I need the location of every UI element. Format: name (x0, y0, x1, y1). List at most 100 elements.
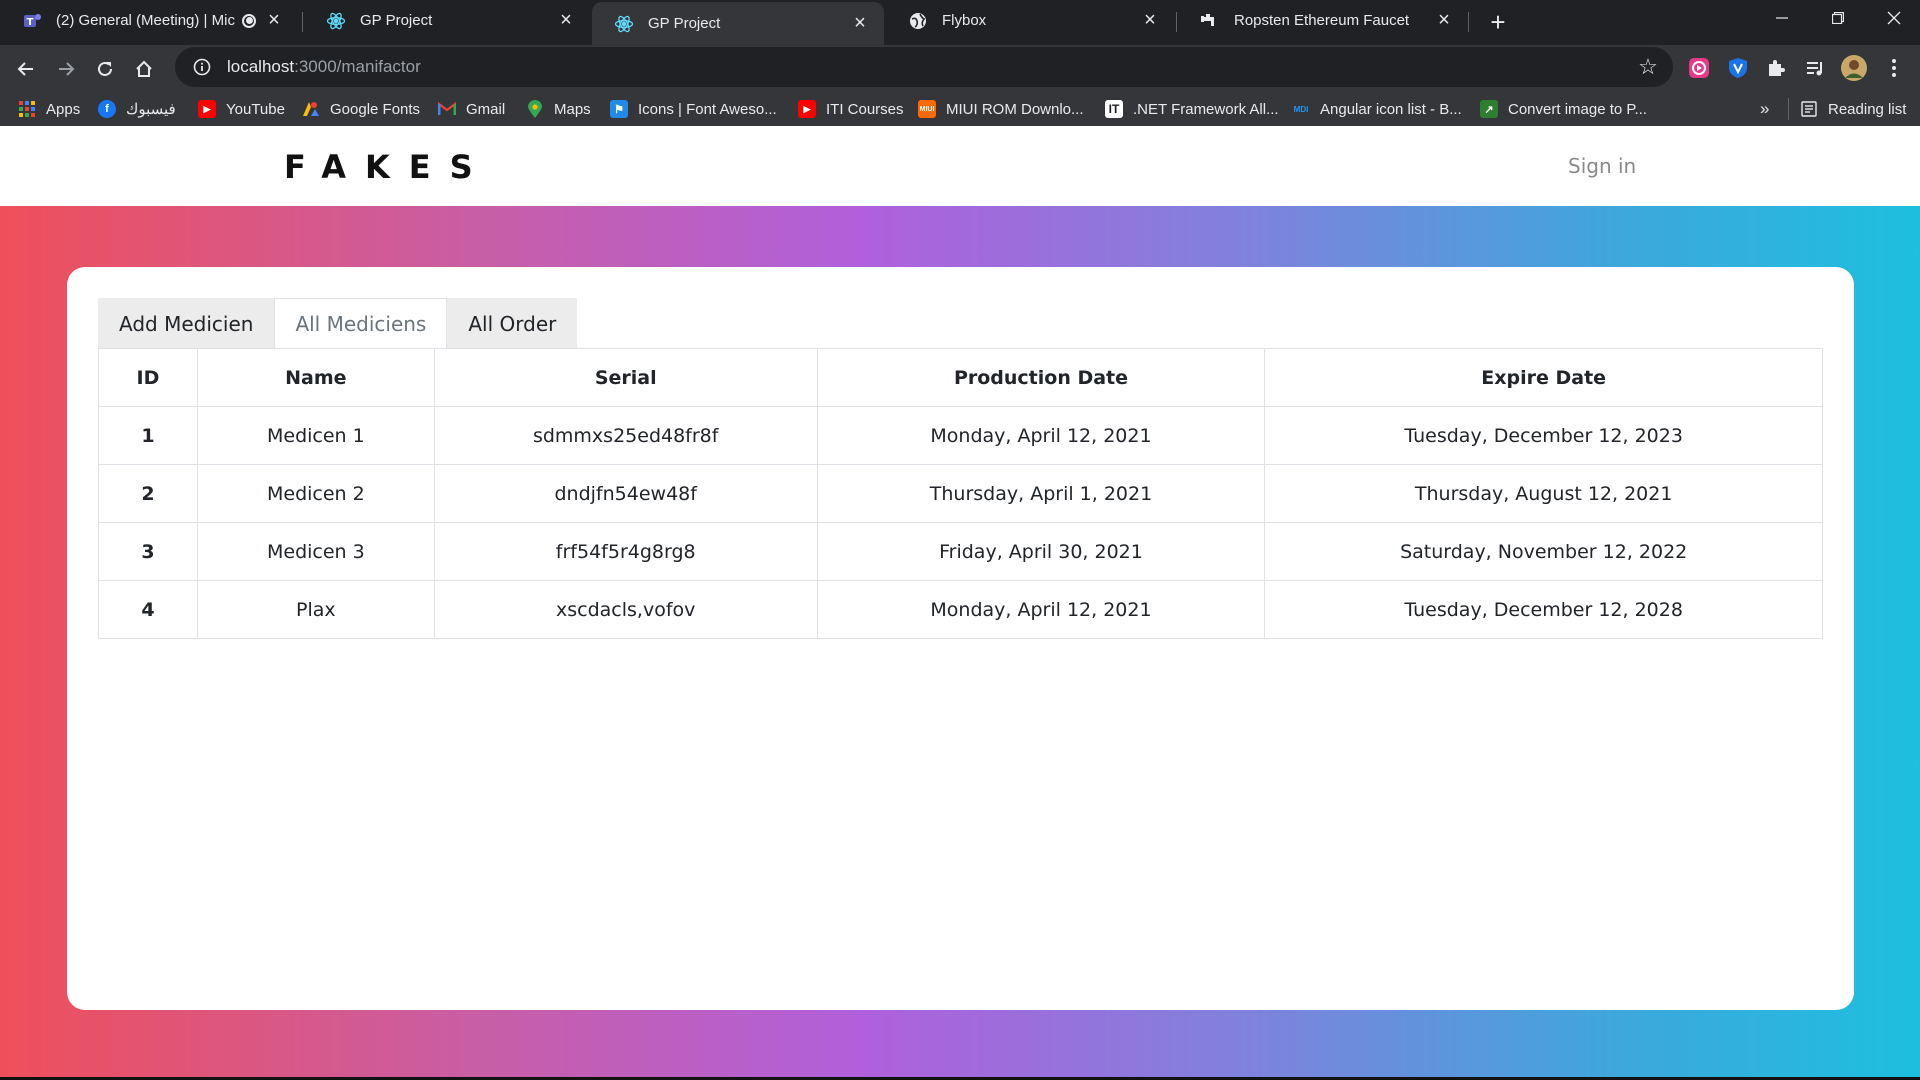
media-queue-icon[interactable] (1798, 51, 1832, 85)
bookmark-label: Convert image to P... (1508, 100, 1647, 118)
sign-in-link[interactable]: Sign in (1568, 154, 1636, 178)
page-tabs: Add Medicien All Mediciens All Order (98, 298, 578, 349)
bookmark-font-awesome[interactable]: ⚑ Icons | Font Aweso... (610, 95, 777, 123)
bookmark-apps[interactable]: Apps (18, 95, 80, 123)
extensions-puzzle-icon[interactable] (1759, 51, 1793, 85)
browser-tab-strip: T (2) General (Meeting) | Micro × GP Pro… (0, 0, 1920, 45)
column-header-serial: Serial (433, 348, 818, 407)
bookmark-star-icon[interactable]: ☆ (1635, 54, 1661, 80)
miui-icon: MIUI (918, 100, 936, 118)
bookmark-label: Gmail (466, 100, 506, 118)
bookmark-convert-image[interactable]: ↗ Convert image to P... (1480, 95, 1647, 123)
close-icon[interactable]: × (850, 12, 870, 34)
minimize-button[interactable] (1754, 0, 1810, 36)
cell-id: 1 (98, 406, 198, 465)
browser-toolbar: localhost:3000/manifactor ☆ Apps f فيسبو… (0, 45, 1920, 126)
table-header-row: ID Name Serial Production Date Expire Da… (98, 348, 1823, 407)
column-header-id: ID (98, 348, 198, 407)
close-icon[interactable]: × (264, 9, 284, 31)
tab-title: GP Project (360, 12, 433, 29)
svg-text:T: T (27, 17, 34, 28)
bookmark-dotnet[interactable]: IT .NET Framework All... (1105, 95, 1279, 123)
dotnet-icon: IT (1105, 100, 1123, 118)
column-header-expire-date: Expire Date (1264, 348, 1823, 407)
tab-all-mediciens[interactable]: All Mediciens (274, 298, 448, 349)
reload-button[interactable] (87, 51, 123, 87)
cell-expire-date: Tuesday, December 12, 2023 (1264, 406, 1823, 465)
bookmarks-divider (1788, 98, 1789, 120)
bookmark-maps[interactable]: Maps (526, 95, 591, 123)
tab-all-order[interactable]: All Order (447, 298, 578, 349)
browser-tab-gp-project[interactable]: GP Project × (304, 0, 590, 41)
bookmark-youtube[interactable]: ▶ YouTube (198, 95, 285, 123)
bookmarks-overflow-button[interactable]: » (1760, 95, 1769, 123)
cell-expire-date: Thursday, August 12, 2021 (1264, 464, 1823, 523)
tab-divider (1468, 12, 1469, 32)
profile-avatar[interactable] (1837, 51, 1871, 85)
react-icon (326, 11, 346, 31)
google-fonts-icon (302, 100, 320, 118)
react-icon (614, 14, 634, 34)
bookmark-facebook[interactable]: f فيسبوك (98, 95, 176, 123)
cell-production-date: Thursday, April 1, 2021 (816, 464, 1266, 523)
teams-icon: T (22, 11, 42, 31)
font-awesome-icon: ⚑ (610, 100, 628, 118)
cell-expire-date: Saturday, November 12, 2022 (1264, 522, 1823, 581)
vpn-shield-extension-icon[interactable] (1721, 51, 1755, 85)
bookmark-angular-icons[interactable]: MDI Angular icon list - B... (1292, 95, 1462, 123)
browser-tab-ropsten-faucet[interactable]: Ropsten Ethereum Faucet × (1178, 0, 1468, 41)
forward-button[interactable] (48, 51, 84, 87)
bookmark-google-fonts[interactable]: Google Fonts (302, 95, 420, 123)
bookmark-miui-rom[interactable]: MIUI MIUI ROM Downlo... (918, 95, 1084, 123)
cell-id: 3 (98, 522, 198, 581)
mdi-icon: MDI (1293, 104, 1309, 114)
bookmark-gmail[interactable]: Gmail (438, 95, 505, 123)
close-window-button[interactable] (1866, 0, 1920, 36)
browser-tab-gp-project-active[interactable]: GP Project × (592, 2, 884, 45)
info-icon[interactable] (191, 56, 213, 78)
cell-id: 4 (98, 580, 198, 639)
bookmark-label: ITI Courses (826, 100, 904, 118)
back-button[interactable] (8, 51, 44, 87)
maps-icon (526, 100, 544, 118)
close-icon[interactable]: × (1140, 9, 1160, 31)
browser-tab-flybox[interactable]: Flybox × (886, 0, 1174, 41)
table-row: 4 Plax xscdacls,vofov Monday, April 12, … (98, 580, 1823, 639)
close-icon[interactable]: × (1434, 9, 1454, 31)
restore-button[interactable] (1810, 0, 1866, 36)
close-icon[interactable]: × (556, 9, 576, 31)
tab-title: Flybox (942, 12, 987, 29)
cell-expire-date: Tuesday, December 12, 2028 (1264, 580, 1823, 639)
facebook-icon: f (98, 100, 116, 118)
table-row: 2 Medicen 2 dndjfn54ew48f Thursday, Apri… (98, 464, 1823, 523)
browser-tab-teams[interactable]: T (2) General (Meeting) | Micro × (0, 0, 298, 41)
cell-serial: dndjfn54ew48f (433, 464, 818, 523)
faucet-icon (1200, 11, 1220, 31)
column-header-name: Name (196, 348, 435, 407)
home-button[interactable] (126, 51, 162, 87)
cell-serial: sdmmxs25ed48fr8f (433, 406, 818, 465)
url-host: localhost (227, 57, 295, 76)
site-logo[interactable]: FAKES (284, 148, 492, 186)
reading-list-icon (1800, 100, 1818, 118)
browser-menu-icon[interactable] (1877, 51, 1911, 85)
table-row: 1 Medicen 1 sdmmxs25ed48fr8f Monday, Apr… (98, 406, 1823, 465)
address-bar[interactable]: localhost:3000/manifactor ☆ (175, 47, 1673, 87)
screen-recorder-extension-icon[interactable] (1682, 51, 1716, 85)
bookmark-label: فيسبوك (126, 101, 176, 118)
column-header-production-date: Production Date (816, 348, 1266, 407)
tab-add-medicien[interactable]: Add Medicien (98, 298, 275, 349)
youtube-icon: ▶ (798, 100, 816, 118)
convert-icon: ↗ (1480, 100, 1498, 118)
bookmark-iti-courses[interactable]: ▶ ITI Courses (798, 95, 904, 123)
new-tab-button[interactable]: + (1482, 6, 1514, 38)
cell-serial: xscdacls,vofov (433, 580, 818, 639)
reading-list-button[interactable]: Reading list (1800, 95, 1906, 123)
table-row: 3 Medicen 3 frf54f5r4g8rg8 Friday, April… (98, 522, 1823, 581)
youtube-icon: ▶ (198, 100, 216, 118)
bookmark-label: .NET Framework All... (1133, 100, 1279, 118)
recording-icon (242, 13, 256, 28)
globe-icon (908, 11, 928, 31)
tab-title: GP Project (648, 15, 721, 32)
site-header: FAKES Sign in (0, 126, 1920, 206)
